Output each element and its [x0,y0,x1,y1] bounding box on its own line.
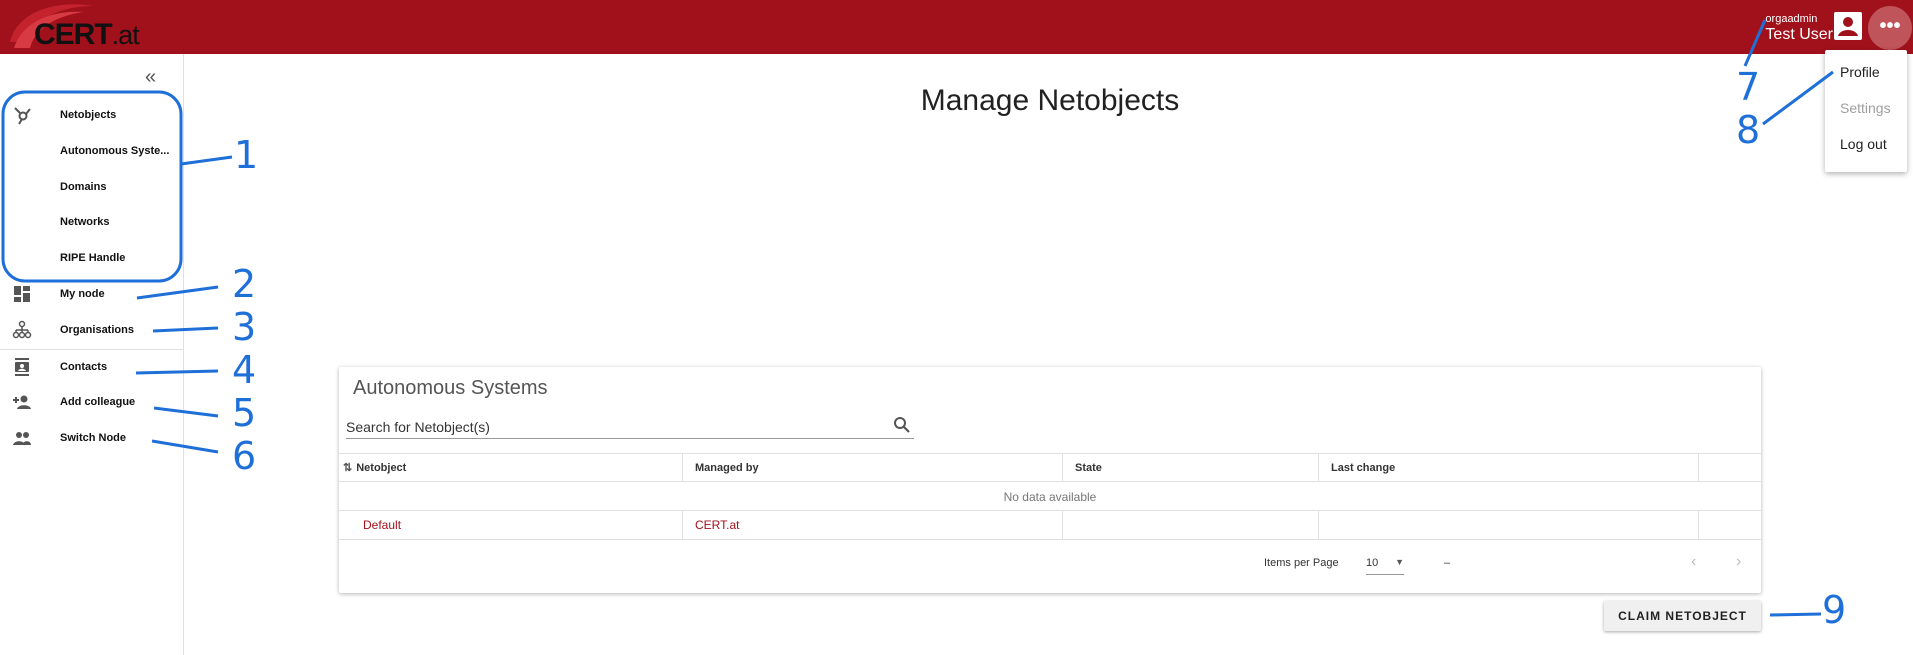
annotation-overlay [1,19,1834,617]
annotation-line-6 [151,439,219,454]
annotation-line-2 [136,285,219,300]
annotation-line-4 [135,369,219,375]
annotation-label-2: 2 [232,262,257,306]
annotation-line-5 [153,406,219,418]
annotation-box-1 [1,90,183,283]
annotation-label-8: 8 [1736,108,1761,152]
annotation-line-3 [152,326,219,333]
annotation-label-5: 5 [232,391,257,435]
annotation-line-7 [1743,19,1767,67]
annotation-label-6: 6 [232,434,257,478]
annotation-line-8 [1762,70,1834,126]
annotation-label-7: 7 [1736,65,1761,109]
annotation-label-9: 9 [1822,588,1847,632]
annotation-line-1 [180,155,233,166]
annotation-line-9 [1769,612,1822,617]
annotation-label-3: 3 [232,305,257,349]
annotation-label-1: 1 [234,133,259,177]
annotation-label-4: 4 [232,348,257,392]
